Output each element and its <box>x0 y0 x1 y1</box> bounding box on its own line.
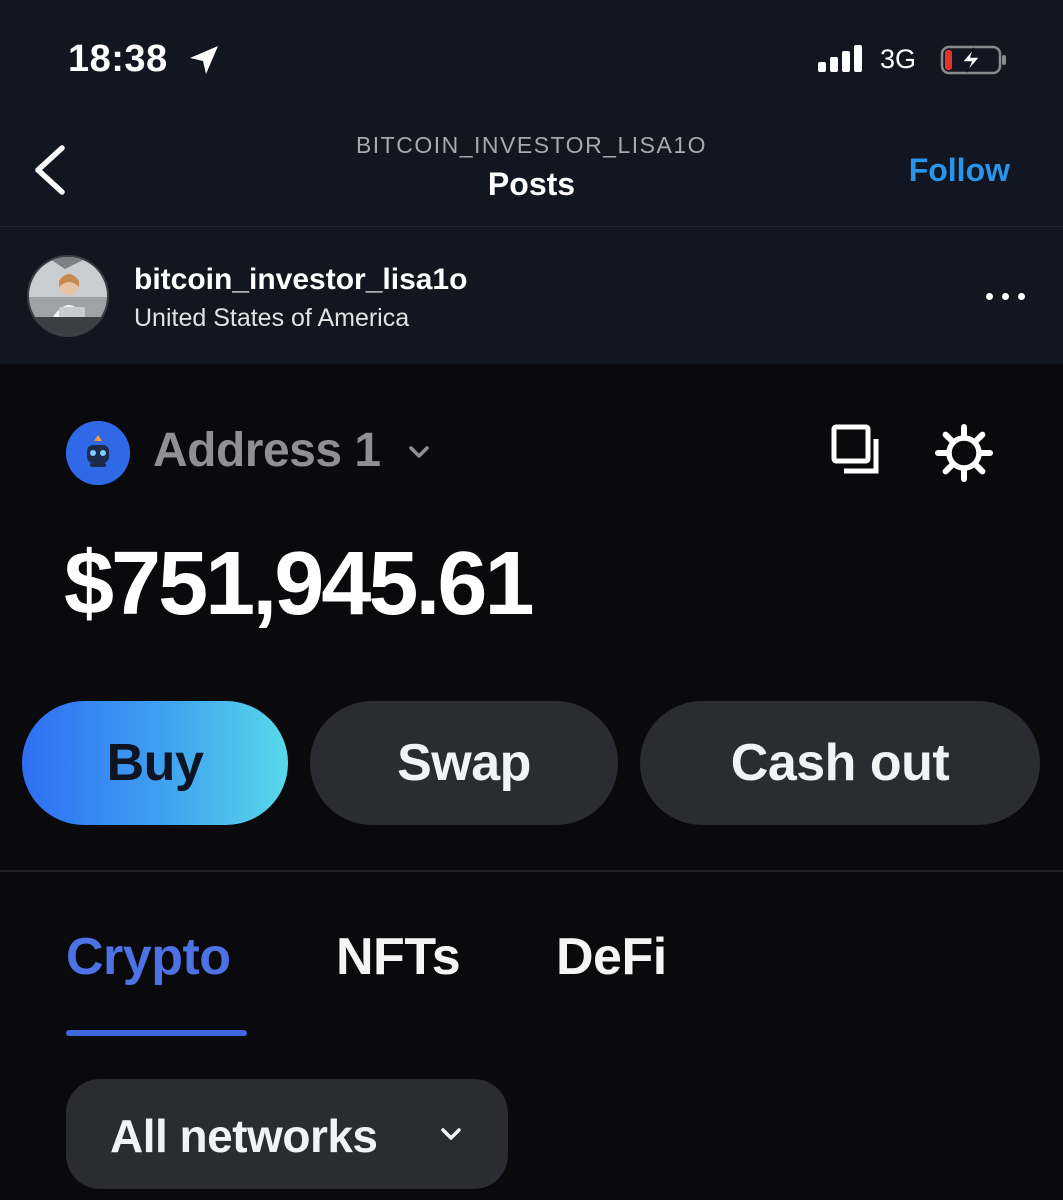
section-divider <box>0 870 1063 872</box>
cash-out-button[interactable]: Cash out <box>640 701 1040 825</box>
nav-account-name: BITCOIN_INVESTOR_LISA1O <box>355 132 708 158</box>
buy-button[interactable]: Buy <box>22 701 288 825</box>
avatar[interactable] <box>27 255 109 337</box>
status-bar: 18:38 3G <box>0 0 1063 110</box>
wallet-address-selector[interactable]: Address 1 <box>153 423 381 478</box>
follow-button[interactable]: Follow <box>909 152 1010 189</box>
battery-charging-icon <box>940 45 1006 75</box>
network-filter-dropdown[interactable]: All networks <box>66 1079 508 1189</box>
tab-crypto[interactable]: Crypto <box>66 927 231 987</box>
status-time: 18:38 <box>68 38 168 80</box>
post-location[interactable]: United States of America <box>134 304 409 333</box>
instagram-header: 18:38 3G BITCOIN_INVESTOR_LISA1O Posts F… <box>0 0 1063 364</box>
network-type: 3G <box>880 44 917 74</box>
chevron-down-icon[interactable] <box>404 437 434 467</box>
wallet-balance: $751,945.61 <box>64 534 534 634</box>
wallet-avatar-icon[interactable] <box>66 421 130 485</box>
more-options-icon[interactable] <box>982 283 1030 307</box>
swap-button[interactable]: Swap <box>310 701 618 825</box>
copy-icon[interactable] <box>830 423 882 477</box>
tab-nfts[interactable]: NFTs <box>336 927 461 987</box>
tab-defi[interactable]: DeFi <box>556 927 667 987</box>
active-tab-indicator <box>66 1030 247 1036</box>
network-filter-label: All networks <box>110 1110 378 1162</box>
post-author-row: bitcoin_investor_lisa1o United States of… <box>0 227 1063 364</box>
location-arrow-icon <box>190 46 218 74</box>
signal-bars-icon <box>818 45 862 72</box>
gear-icon[interactable] <box>934 423 994 483</box>
nav-title: Posts <box>487 166 576 202</box>
chevron-down-icon <box>441 1128 461 1140</box>
nav-bar: BITCOIN_INVESTOR_LISA1O Posts Follow <box>0 110 1063 226</box>
post-image: Address 1 $751,945.61 Buy Swap Cash out … <box>0 365 1063 1200</box>
username[interactable]: bitcoin_investor_lisa1o <box>134 263 467 297</box>
